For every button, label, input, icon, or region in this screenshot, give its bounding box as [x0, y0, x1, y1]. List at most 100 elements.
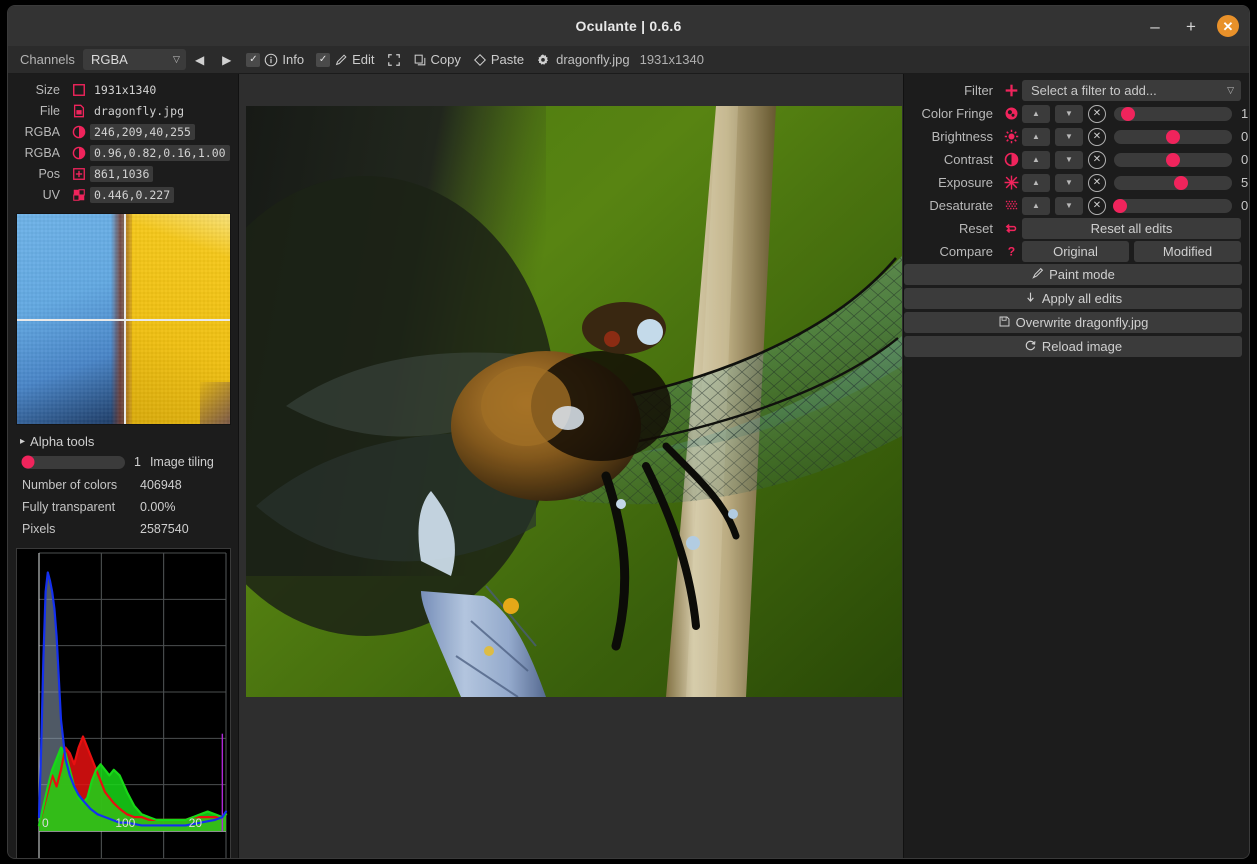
color-fringe-reset-button[interactable]: ✕	[1088, 105, 1106, 123]
contrast-reset-button[interactable]: ✕	[1088, 151, 1106, 169]
paste-button[interactable]: Paste	[467, 48, 530, 72]
desaturate-reset-button[interactable]: ✕	[1088, 197, 1106, 215]
checkbox-icon[interactable]: ✓	[246, 53, 260, 67]
previous-image-button[interactable]: ◀	[186, 53, 213, 67]
info-value-size: 1931x1340	[90, 82, 160, 98]
desaturate-increase-button[interactable]: ▲	[1022, 197, 1050, 215]
stat-value-transparent: 0.00%	[140, 498, 175, 516]
filter-select-value: Select a filter to add...	[1031, 83, 1157, 98]
image-preview[interactable]	[246, 106, 902, 697]
desaturate-icon	[1000, 198, 1022, 213]
contrast-increase-button[interactable]: ▲	[1022, 151, 1050, 169]
brightness-slider[interactable]	[1114, 130, 1232, 144]
settings-button[interactable]	[530, 48, 556, 72]
slider-row-brightness: Brightness ▲ ▼ ✕ 0	[904, 126, 1241, 147]
plus-icon	[1000, 83, 1022, 98]
alpha-tools-collapsible[interactable]: ▸ Alpha tools	[8, 425, 238, 454]
color-fringe-increase-button[interactable]: ▲	[1022, 105, 1050, 123]
info-value-uv[interactable]: 0.446,0.227	[90, 187, 174, 203]
edit-toggle[interactable]: ✓ Edit	[310, 48, 380, 72]
info-row-pos: Pos 861,1036	[12, 164, 234, 184]
chevron-down-icon: ▽	[1227, 85, 1234, 96]
current-file-dimensions: 1931x1340	[640, 52, 704, 67]
info-key-uv: UV	[12, 188, 68, 202]
pixel-magnifier[interactable]	[16, 213, 231, 425]
color-fringe-decrease-button[interactable]: ▼	[1055, 105, 1083, 123]
brightness-label: Brightness	[904, 129, 1000, 144]
page-title: Oculante | 0.6.6	[576, 18, 682, 34]
checker-icon	[68, 188, 90, 202]
app-body: Size 1931x1340 File dragonfly.jpg	[8, 74, 1249, 858]
contrast-icon	[68, 125, 90, 139]
app-window: Oculante | 0.6.6 – + ✕ Channels RGBA ▽ ◀…	[8, 6, 1249, 858]
info-value-rgba-bytes[interactable]: 246,209,40,255	[90, 124, 195, 140]
copy-button[interactable]: Copy	[407, 48, 467, 72]
compare-modified-button[interactable]: Modified	[1134, 241, 1241, 262]
brightness-reset-button[interactable]: ✕	[1088, 128, 1106, 146]
image-tiling-value: 1	[134, 455, 141, 469]
maximize-button[interactable]: +	[1181, 16, 1201, 36]
minimize-button[interactable]: –	[1145, 16, 1165, 36]
contrast-decrease-button[interactable]: ▼	[1055, 151, 1083, 169]
stat-row-colors: Number of colors 406948	[8, 474, 238, 496]
info-key-size: Size	[12, 83, 68, 97]
contrast-slider[interactable]	[1114, 153, 1232, 167]
exposure-label: Exposure	[904, 175, 1000, 190]
stat-key-pixels: Pixels	[22, 520, 140, 538]
info-value-pos[interactable]: 861,1036	[90, 166, 153, 182]
desaturate-decrease-button[interactable]: ▼	[1055, 197, 1083, 215]
next-image-button[interactable]: ▶	[213, 53, 240, 67]
stat-row-pixels: Pixels 2587540	[8, 518, 238, 540]
fullscreen-button[interactable]	[381, 48, 407, 72]
slider-row-color-fringe: Color Fringe ▲ ▼ ✕ 15	[904, 103, 1241, 124]
paint-mode-button[interactable]: Paint mode	[904, 264, 1242, 285]
edit-label: Edit	[352, 52, 374, 67]
pencil-icon	[334, 53, 348, 67]
exposure-increase-button[interactable]: ▲	[1022, 174, 1050, 192]
image-canvas[interactable]	[239, 74, 903, 858]
filter-select[interactable]: Select a filter to add... ▽	[1022, 80, 1241, 101]
color-fringe-slider[interactable]	[1114, 107, 1232, 121]
info-toggle[interactable]: ✓ Info	[240, 48, 310, 72]
overwrite-label: Overwrite dragonfly.jpg	[1016, 315, 1149, 330]
refresh-icon	[1024, 339, 1037, 355]
svg-text:0: 0	[42, 816, 49, 830]
brightness-decrease-button[interactable]: ▼	[1055, 128, 1083, 146]
rgb-histogram[interactable]: 010020	[16, 548, 231, 858]
exposure-icon	[1000, 175, 1022, 190]
copy-label: Copy	[431, 52, 461, 67]
desaturate-slider[interactable]	[1114, 199, 1232, 213]
apply-all-edits-label: Apply all edits	[1042, 291, 1122, 306]
info-row-uv: UV 0.446,0.227	[12, 185, 234, 205]
compare-row: Compare ? Original Modified	[904, 241, 1241, 262]
crosshair-icon	[68, 167, 90, 181]
overwrite-button[interactable]: Overwrite dragonfly.jpg	[904, 312, 1242, 333]
checkbox-icon[interactable]: ✓	[316, 53, 330, 67]
compare-original-button[interactable]: Original	[1022, 241, 1129, 262]
brightness-value: 0	[1232, 129, 1248, 144]
info-sidebar: Size 1931x1340 File dragonfly.jpg	[8, 74, 239, 858]
close-button[interactable]: ✕	[1217, 15, 1239, 37]
reload-image-button[interactable]: Reload image	[904, 336, 1242, 357]
reset-all-edits-button[interactable]: Reset all edits	[1022, 218, 1241, 239]
info-value-rgba-float[interactable]: 0.96,0.82,0.16,1.00	[90, 145, 230, 161]
info-value-file: dragonfly.jpg	[90, 103, 188, 119]
apply-all-edits-button[interactable]: Apply all edits	[904, 288, 1242, 309]
copy-icon	[413, 53, 427, 67]
exposure-reset-button[interactable]: ✕	[1088, 174, 1106, 192]
info-circle-icon	[264, 53, 278, 67]
crosshair-horizontal-line	[17, 319, 230, 321]
paste-label: Paste	[491, 52, 524, 67]
svg-text:?: ?	[1007, 245, 1014, 259]
contrast-value: 0	[1232, 152, 1248, 167]
stat-value-colors: 406948	[140, 476, 182, 494]
brightness-increase-button[interactable]: ▲	[1022, 128, 1050, 146]
info-row-rgba-float: RGBA 0.96,0.82,0.16,1.00	[12, 143, 234, 163]
exposure-slider[interactable]	[1114, 176, 1232, 190]
channels-select[interactable]: RGBA ▽	[83, 49, 186, 70]
exposure-decrease-button[interactable]: ▼	[1055, 174, 1083, 192]
save-icon	[998, 315, 1011, 331]
color-fringe-value: 15	[1232, 106, 1249, 121]
info-label: Info	[282, 52, 304, 67]
image-tiling-slider[interactable]	[22, 456, 125, 469]
